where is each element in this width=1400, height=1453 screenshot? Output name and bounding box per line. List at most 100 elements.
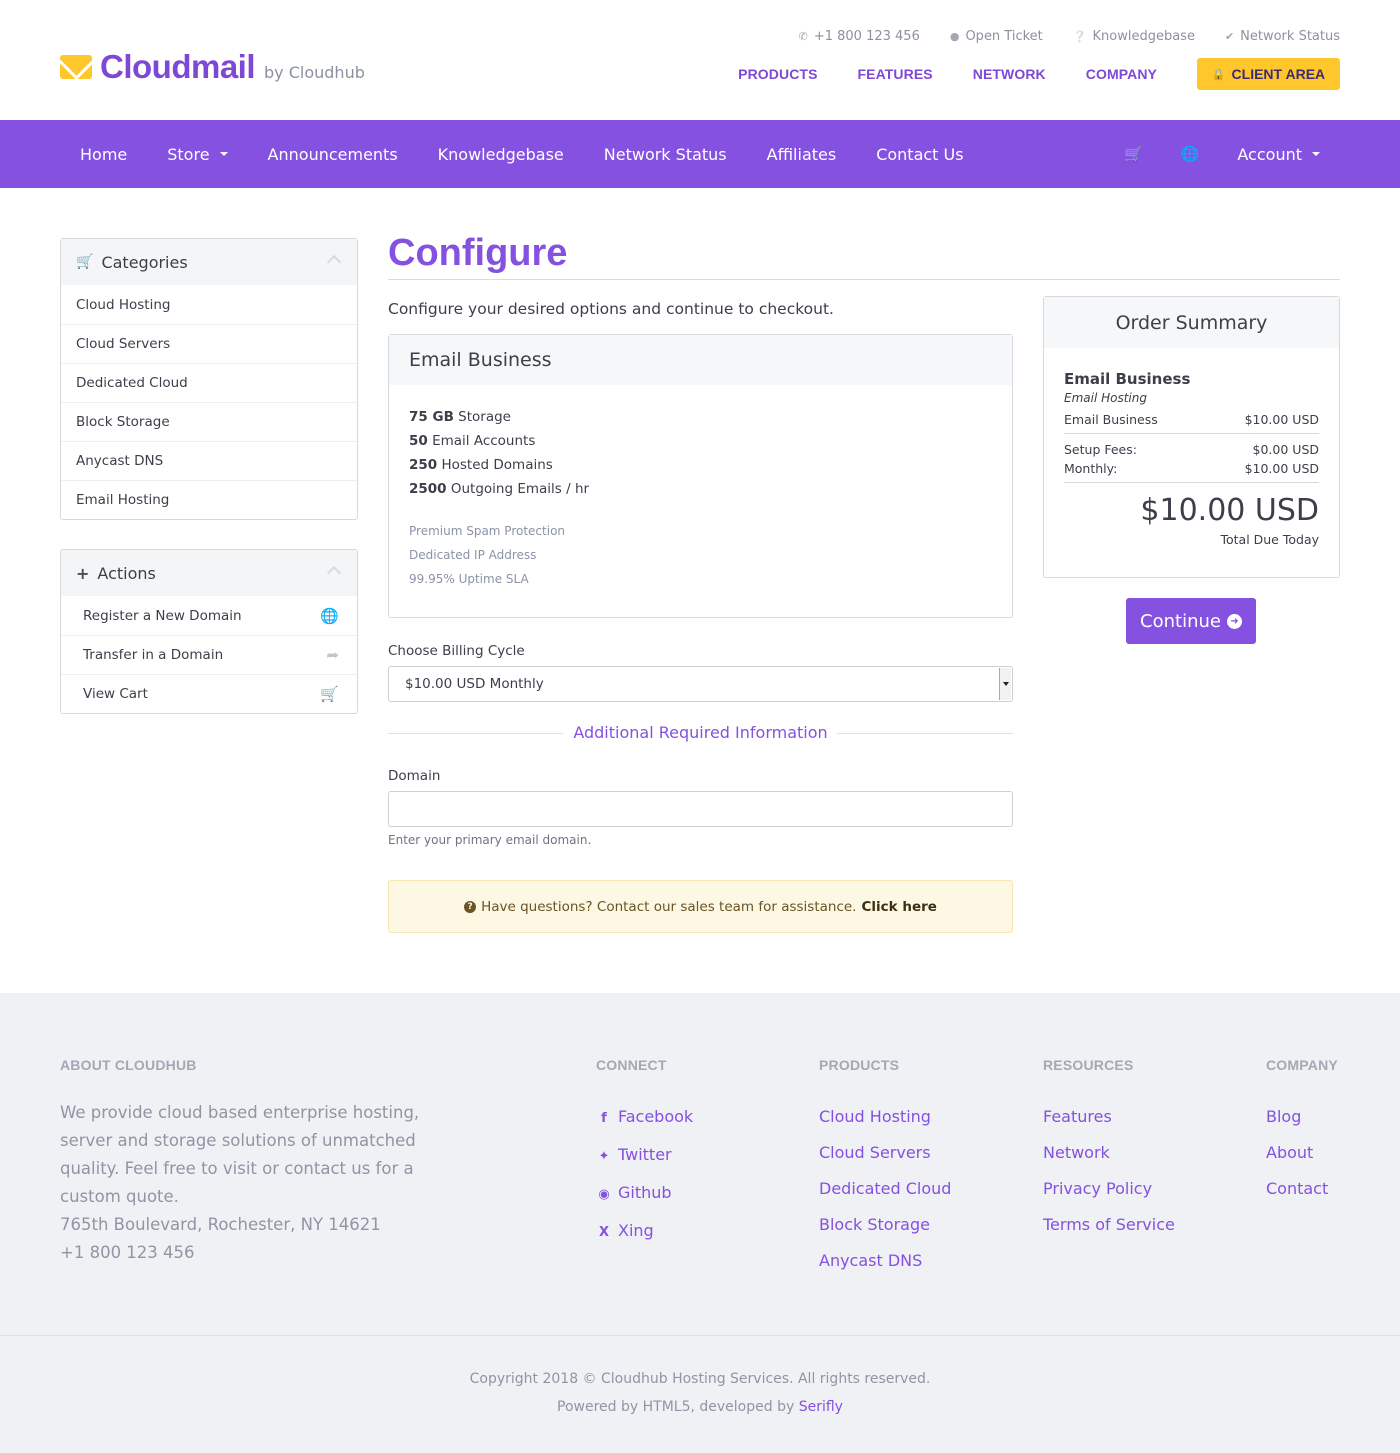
continue-button[interactable]: Continue ➜ bbox=[1126, 598, 1256, 644]
logo[interactable]: Cloudmail by Cloudhub bbox=[60, 48, 365, 86]
cart-icon: 🛒 bbox=[76, 254, 94, 270]
action-register-domain[interactable]: Register a New Domain 🌐 bbox=[61, 596, 357, 635]
nav-affiliates[interactable]: Affiliates bbox=[767, 145, 837, 164]
footer-link[interactable]: Features bbox=[1043, 1099, 1175, 1135]
footer-link[interactable]: Contact bbox=[1266, 1171, 1328, 1207]
client-area-button[interactable]: 🔒 CLIENT AREA bbox=[1197, 58, 1340, 90]
action-transfer-domain[interactable]: Transfer in a Domain ➦ bbox=[61, 635, 357, 674]
category-item[interactable]: Anycast DNS bbox=[61, 441, 357, 480]
category-item[interactable]: Cloud Hosting bbox=[61, 285, 357, 324]
globe-icon: 🌐 bbox=[320, 606, 339, 625]
cart-icon[interactable]: 🛒 bbox=[1124, 145, 1143, 163]
powered-by: Powered by HTML5, developed by Serifly bbox=[0, 1399, 1400, 1415]
copyright-text: Copyright 2018 © Cloudhub Hosting Servic… bbox=[469, 1371, 931, 1387]
summary-line-item: Email Business $10.00 USD bbox=[1064, 412, 1319, 427]
category-item[interactable]: Email Hosting bbox=[61, 480, 357, 519]
nav-store[interactable]: Store bbox=[167, 145, 228, 164]
nav-account[interactable]: Account bbox=[1237, 145, 1320, 164]
footer-address: 765th Boulevard, Rochester, NY 14621 bbox=[60, 1215, 381, 1234]
utility-network-status[interactable]: ✔ Network Status bbox=[1225, 29, 1340, 44]
developer-link[interactable]: Serifly bbox=[799, 1399, 843, 1415]
globe-icon[interactable]: 🌐 bbox=[1181, 145, 1200, 163]
actions-title: Actions bbox=[97, 563, 156, 583]
product-features: 75 GB Storage 50 Email Accounts 250 Host… bbox=[389, 385, 1012, 501]
category-item[interactable]: Block Storage bbox=[61, 402, 357, 441]
phone-icon: ✆ bbox=[798, 30, 808, 43]
footer-link-github[interactable]: ◉ Github bbox=[596, 1175, 693, 1213]
actions-panel: + Actions Register a New Domain 🌐 Transf… bbox=[60, 549, 358, 714]
client-area-label: CLIENT AREA bbox=[1231, 66, 1326, 82]
footer-link[interactable]: Dedicated Cloud bbox=[819, 1171, 951, 1207]
main-nav-products[interactable]: PRODUCTS bbox=[738, 66, 817, 82]
utility-phone[interactable]: ✆ +1 800 123 456 bbox=[799, 29, 920, 44]
summary-total-label: Total Due Today bbox=[1220, 532, 1319, 547]
main-nav-company[interactable]: COMPANY bbox=[1086, 66, 1157, 82]
footer-link[interactable]: Cloud Hosting bbox=[819, 1099, 951, 1135]
summary-total: $10.00 USD bbox=[1140, 493, 1319, 528]
action-label: Transfer in a Domain bbox=[83, 647, 224, 663]
nav-contact-us[interactable]: Contact Us bbox=[876, 145, 963, 164]
product-name: Email Business bbox=[389, 335, 1012, 385]
footer-resources-title: RESOURCES bbox=[1043, 1057, 1134, 1073]
utility-network-status-label: Network Status bbox=[1240, 29, 1340, 44]
main-nav-network[interactable]: NETWORK bbox=[973, 66, 1046, 82]
intro-text: Configure your desired options and conti… bbox=[388, 300, 834, 318]
action-view-cart[interactable]: View Cart 🛒 bbox=[61, 674, 357, 713]
nav-home[interactable]: Home bbox=[80, 145, 127, 164]
footer-link[interactable]: Blog bbox=[1266, 1099, 1328, 1135]
footer-link[interactable]: Anycast DNS bbox=[819, 1243, 951, 1279]
product-extras: Premium Spam Protection Dedicated IP Add… bbox=[389, 501, 1012, 591]
summary-setup-value: $0.00 USD bbox=[1252, 442, 1319, 457]
categories-panel-header[interactable]: 🛒 Categories bbox=[61, 239, 357, 285]
footer-link-label: Xing bbox=[618, 1221, 654, 1240]
main-nav: PRODUCTS FEATURES NETWORK COMPANY 🔒 CLIE… bbox=[698, 58, 1340, 90]
sales-alert-text: Have questions? Contact our sales team f… bbox=[481, 898, 857, 915]
utility-knowledgebase[interactable]: ❔ Knowledgebase bbox=[1073, 29, 1195, 44]
footer-link[interactable]: Terms of Service bbox=[1043, 1207, 1175, 1243]
nav-knowledgebase[interactable]: Knowledgebase bbox=[438, 145, 564, 164]
continue-label: Continue bbox=[1140, 610, 1221, 632]
nav-network-status[interactable]: Network Status bbox=[604, 145, 727, 164]
powered-by-text: Powered by HTML5, developed by bbox=[557, 1399, 799, 1415]
twitter-icon: ✦ bbox=[598, 1149, 610, 1164]
chevron-up-icon[interactable] bbox=[326, 254, 342, 270]
footer-link-xing[interactable]: X Xing bbox=[596, 1213, 693, 1251]
footer-company-title: COMPANY bbox=[1266, 1057, 1338, 1073]
category-item[interactable]: Cloud Servers bbox=[61, 324, 357, 363]
nav-announcements[interactable]: Announcements bbox=[268, 145, 398, 164]
feature-label: Hosted Domains bbox=[437, 457, 553, 473]
category-item[interactable]: Dedicated Cloud bbox=[61, 363, 357, 402]
facebook-icon: f bbox=[601, 1111, 607, 1126]
select-arrow-icon[interactable] bbox=[999, 668, 1011, 700]
footer-link-twitter[interactable]: ✦ Twitter bbox=[596, 1137, 693, 1175]
feature-label: Outgoing Emails / hr bbox=[446, 481, 590, 497]
utility-open-ticket[interactable]: ● Open Ticket bbox=[950, 29, 1043, 44]
utility-open-ticket-label: Open Ticket bbox=[965, 29, 1043, 44]
sales-alert-link[interactable]: Click here bbox=[861, 899, 936, 915]
main-nav-features[interactable]: FEATURES bbox=[858, 66, 933, 82]
footer-about-text: We provide cloud based enterprise hostin… bbox=[60, 1103, 420, 1206]
footer-link[interactable]: Cloud Servers bbox=[819, 1135, 951, 1171]
envelope-icon bbox=[60, 55, 92, 79]
summary-setup-row: Setup Fees: $0.00 USD bbox=[1064, 442, 1319, 457]
action-label: Register a New Domain bbox=[83, 607, 242, 624]
utility-nav: ✆ +1 800 123 456 ● Open Ticket ❔ Knowled… bbox=[799, 29, 1340, 44]
actions-panel-header[interactable]: + Actions bbox=[61, 550, 357, 596]
categories-title: Categories bbox=[101, 252, 188, 272]
lock-icon: 🔒 bbox=[1211, 68, 1226, 81]
logo-name: Cloudmail bbox=[100, 48, 256, 85]
domain-input[interactable] bbox=[388, 791, 1013, 827]
chat-icon: ● bbox=[949, 30, 960, 43]
sales-alert: ? Have questions? Contact our sales team… bbox=[388, 880, 1013, 933]
xing-icon: X bbox=[598, 1225, 610, 1240]
divider-line-right bbox=[837, 733, 1013, 734]
footer-link[interactable]: About bbox=[1266, 1135, 1328, 1171]
order-summary: Order Summary Email Business Email Hosti… bbox=[1043, 296, 1340, 578]
footer-link[interactable]: Network bbox=[1043, 1135, 1175, 1171]
footer-link-facebook[interactable]: f Facebook bbox=[596, 1099, 693, 1137]
extra-item: Premium Spam Protection bbox=[409, 524, 566, 538]
footer-link[interactable]: Privacy Policy bbox=[1043, 1171, 1175, 1207]
footer-link[interactable]: Block Storage bbox=[819, 1207, 951, 1243]
chevron-up-icon[interactable] bbox=[326, 565, 342, 581]
billing-cycle-select[interactable]: $10.00 USD Monthly bbox=[388, 666, 1013, 702]
